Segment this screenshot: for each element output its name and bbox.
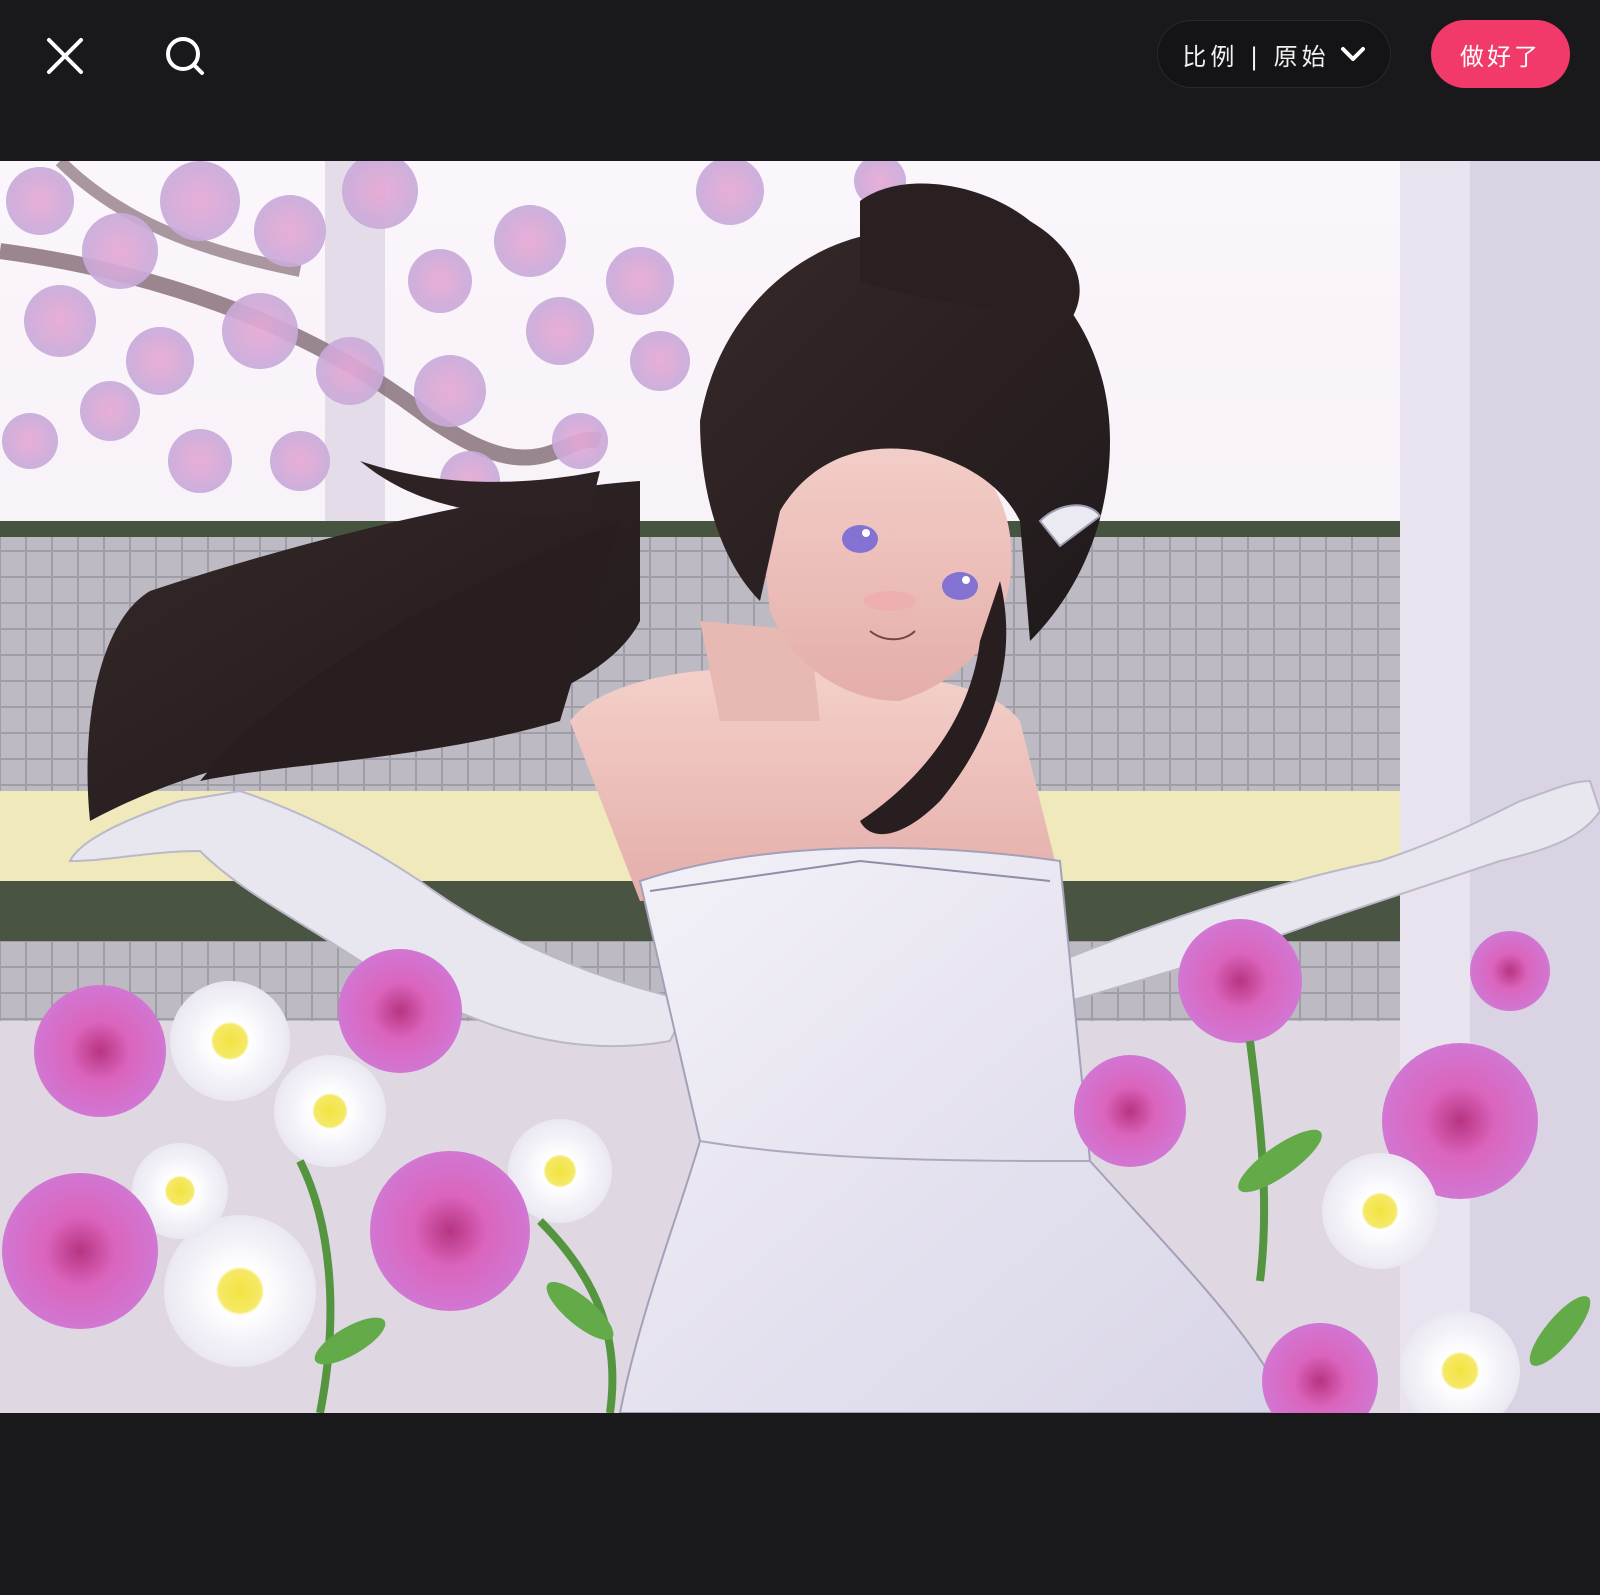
edited-photo [0, 161, 1600, 1413]
search-icon [166, 37, 204, 75]
aspect-ratio-select[interactable]: 比例 | 原始 [1157, 20, 1391, 88]
done-button[interactable]: 做好了 [1431, 20, 1570, 88]
close-icon [47, 38, 83, 74]
bottom-empty-area [0, 1413, 1600, 1595]
aspect-ratio-label: 比例 | 原始 [1182, 42, 1330, 71]
close-button[interactable] [37, 28, 93, 84]
search-button[interactable] [157, 28, 213, 84]
chevron-down-icon [1340, 45, 1366, 63]
top-toolbar: 比例 | 原始 做好了 [0, 0, 1600, 110]
photo-canvas[interactable] [0, 161, 1600, 1413]
